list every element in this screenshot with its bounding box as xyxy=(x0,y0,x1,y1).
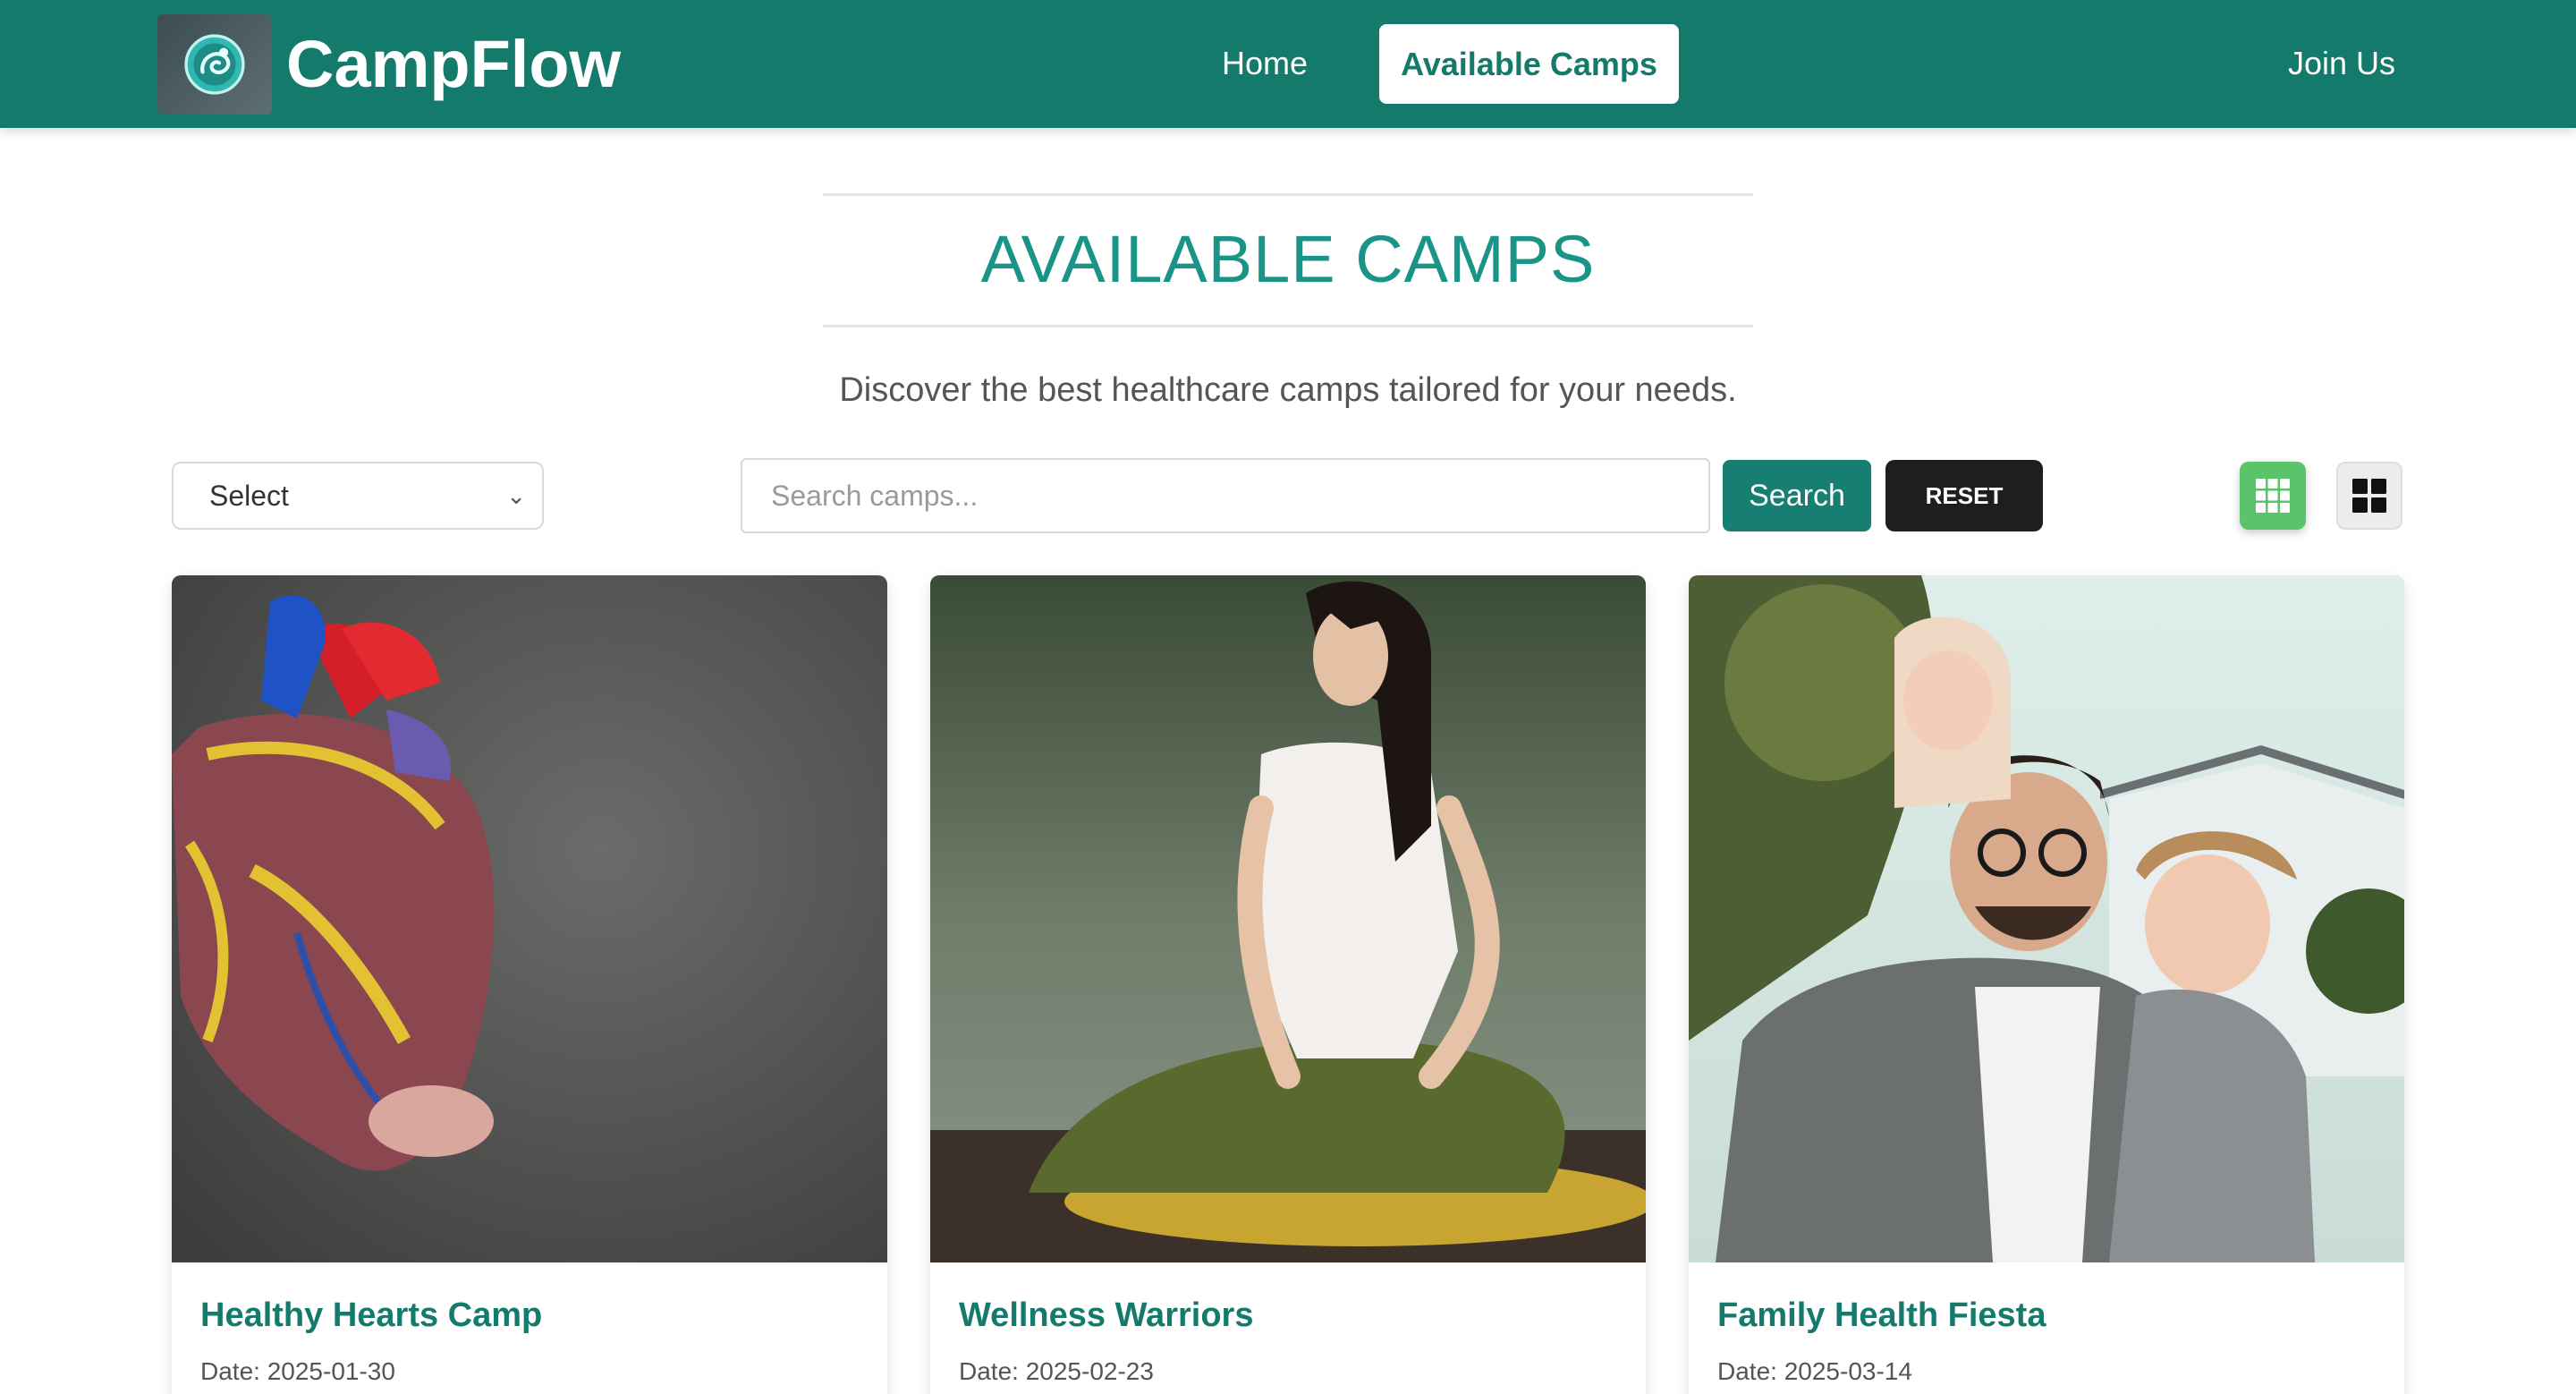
camp-card[interactable]: Family Health Fiesta Date: 2025-03-14 xyxy=(1689,575,2404,1394)
sort-select-value: Select xyxy=(209,480,289,512)
page-subtitle: Discover the best healthcare camps tailo… xyxy=(839,371,1737,409)
nav-available-camps-link[interactable]: Available Camps xyxy=(1379,24,1679,104)
title-divider-top xyxy=(823,193,1753,196)
top-navbar: CampFlow Home Available Camps Join Us xyxy=(0,0,2576,128)
page-title: AVAILABLE CAMPS xyxy=(980,222,1596,296)
camp-card-date: Date: 2025-02-23 xyxy=(959,1357,1154,1385)
two-column-grid-button[interactable] xyxy=(2336,462,2402,530)
chevron-down-icon: ⌄ xyxy=(506,482,526,509)
camp-card-title[interactable]: Family Health Fiesta xyxy=(1717,1296,2046,1335)
sort-select[interactable]: Select ⌄ xyxy=(172,462,544,530)
search-input[interactable] xyxy=(741,458,1710,533)
reset-button[interactable]: RESET xyxy=(1885,460,2043,531)
title-divider-bottom xyxy=(823,325,1753,327)
camp-card-image-heart-model[interactable] xyxy=(172,575,887,1262)
camp-card-image-family[interactable] xyxy=(1689,575,2404,1262)
camp-card-date: Date: 2025-03-14 xyxy=(1717,1357,1912,1385)
grid-3x3-icon xyxy=(2256,479,2290,513)
camp-card-title[interactable]: Wellness Warriors xyxy=(959,1296,1253,1335)
nav-join-us-link[interactable]: Join Us xyxy=(2288,24,2395,103)
search-button[interactable]: Search xyxy=(1723,460,1871,531)
camp-card-image-meditation[interactable] xyxy=(930,575,1646,1262)
brand-name[interactable]: CampFlow xyxy=(286,25,621,104)
nav-home-link[interactable]: Home xyxy=(1222,24,1308,103)
camp-card-title[interactable]: Healthy Hearts Camp xyxy=(200,1296,542,1335)
camp-card-date: Date: 2025-01-30 xyxy=(200,1357,395,1385)
three-column-grid-button[interactable] xyxy=(2240,462,2306,530)
camp-card[interactable]: Healthy Hearts Camp Date: 2025-01-30 xyxy=(172,575,887,1394)
camp-card[interactable]: Wellness Warriors Date: 2025-02-23 xyxy=(930,575,1646,1394)
campflow-logo-icon[interactable] xyxy=(157,14,272,115)
grid-2x2-icon xyxy=(2352,479,2386,513)
